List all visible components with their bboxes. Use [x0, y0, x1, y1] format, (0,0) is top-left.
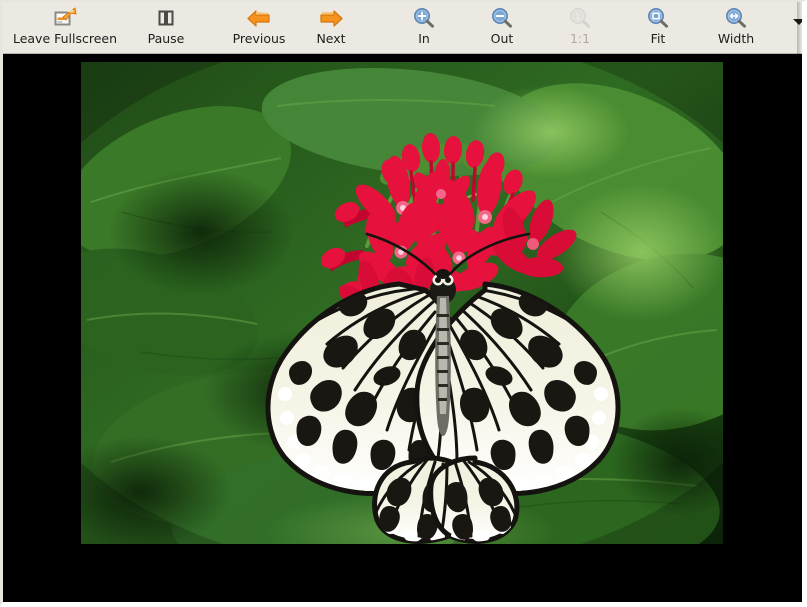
zoom-in-button[interactable]: In: [385, 2, 463, 53]
zoom-out-button[interactable]: Out: [463, 2, 541, 53]
zoom-out-label: Out: [490, 31, 514, 46]
toolbar-group-navigation-controls: Previous Next: [223, 2, 367, 53]
pause-label: Pause: [147, 31, 185, 46]
arrow-left-icon: [246, 7, 272, 29]
previous-button[interactable]: Previous: [223, 2, 295, 53]
toolbar: Leave Fullscreen Pause Previous Next In …: [3, 2, 802, 54]
arrow-right-icon: [318, 7, 344, 29]
zoom-fit-button[interactable]: Fit: [619, 2, 697, 53]
zoom-out-icon: [490, 7, 514, 29]
zoom-one-to-one-icon: 1: [568, 7, 592, 29]
next-label: Next: [316, 31, 346, 46]
butterfly-on-red-flowers-photo[interactable]: [81, 62, 723, 544]
next-button[interactable]: Next: [295, 2, 367, 53]
toolbar-group-zoom-controls: In Out 1 1:1 Fit Width: [385, 2, 775, 53]
zoom-in-label: In: [418, 31, 430, 46]
zoom-normal-label: 1:1: [569, 31, 591, 46]
svg-text:1: 1: [575, 12, 580, 22]
image-viewer-window: Leave Fullscreen Pause Previous Next In …: [0, 0, 807, 607]
zoom-fit-icon: [646, 7, 670, 29]
previous-label: Previous: [232, 31, 286, 46]
leave-fullscreen-label: Leave Fullscreen: [12, 31, 118, 46]
zoom-width-icon: [724, 7, 748, 29]
toolbar-group-view-controls: Leave Fullscreen Pause: [3, 2, 205, 53]
zoom-fit-label: Fit: [650, 31, 666, 46]
zoom-normal-button[interactable]: 1 1:1: [541, 2, 619, 53]
leave-fullscreen-icon: [53, 7, 77, 29]
zoom-width-label: Width: [717, 31, 755, 46]
toolbar-overflow-button[interactable]: [793, 2, 802, 53]
leave-fullscreen-button[interactable]: Leave Fullscreen: [3, 2, 127, 53]
chevron-down-icon: [793, 19, 802, 25]
pause-button[interactable]: Pause: [127, 2, 205, 53]
image-viewport[interactable]: [3, 54, 802, 602]
pause-icon: [156, 7, 176, 29]
zoom-in-icon: [412, 7, 436, 29]
zoom-width-button[interactable]: Width: [697, 2, 775, 53]
